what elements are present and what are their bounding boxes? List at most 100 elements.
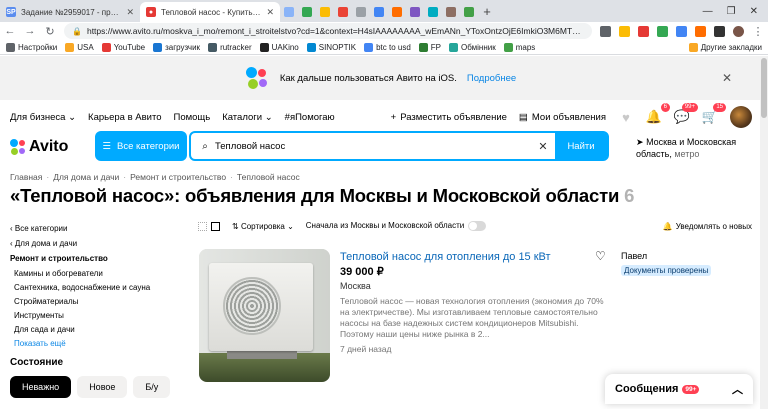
subcategory-link[interactable]: Сантехника, водоснабжение и сауна bbox=[10, 283, 180, 292]
nav-business-link[interactable]: Для бизнеса ⌄ bbox=[10, 112, 76, 123]
browser-tab-pinned[interactable] bbox=[334, 2, 352, 22]
bookmark[interactable]: USA bbox=[65, 42, 94, 52]
grid-view-icon[interactable] bbox=[198, 221, 207, 231]
cart-icon[interactable]: 🛒 15 bbox=[702, 103, 726, 124]
browser-tab-bar: SP Задание №2959017 - просмотр ✕ ● Тепло… bbox=[0, 0, 768, 22]
show-more-link[interactable]: Показать ещё bbox=[10, 339, 180, 348]
star-icon[interactable] bbox=[619, 25, 630, 37]
maximize-icon[interactable]: ❐ bbox=[727, 6, 736, 17]
nav-catalogs-link[interactable]: Каталоги ⌄ bbox=[222, 112, 272, 123]
favorite-heart-icon[interactable]: ♡ bbox=[595, 249, 606, 263]
bookmark[interactable]: загрузчик bbox=[153, 42, 200, 52]
breadcrumb-link[interactable]: Главная bbox=[10, 172, 42, 182]
browser-tab-active[interactable]: ● Тепловой насос - Купить товары ✕ bbox=[140, 2, 280, 22]
extension-icon[interactable] bbox=[695, 25, 706, 37]
browser-tab-pinned[interactable] bbox=[460, 2, 478, 22]
browser-tab-pinned[interactable] bbox=[280, 2, 298, 22]
bookmark[interactable]: UAKino bbox=[259, 42, 299, 52]
nav-help-tag-link[interactable]: #яПомогаю bbox=[285, 112, 335, 123]
bookmark[interactable]: btc to usd bbox=[364, 42, 411, 52]
avito-logo[interactable]: Avito bbox=[10, 137, 68, 157]
back-all-categories-link[interactable]: ‹ Все категории bbox=[10, 224, 180, 233]
fp-icon bbox=[418, 42, 428, 52]
browser-tab-pinned[interactable] bbox=[316, 2, 334, 22]
seller-name-link[interactable]: Павел bbox=[621, 251, 647, 261]
all-categories-button[interactable]: ☰ Все категории bbox=[95, 131, 187, 161]
extension-icon[interactable] bbox=[676, 25, 687, 37]
messages-icon[interactable]: 💬 99+ bbox=[674, 103, 698, 124]
page-scrollbar[interactable] bbox=[760, 56, 768, 409]
search-input[interactable] bbox=[215, 140, 531, 152]
condition-used-chip[interactable]: Б/у bbox=[133, 376, 171, 398]
close-icon[interactable]: ✕ bbox=[722, 71, 732, 85]
scrollbar-thumb[interactable] bbox=[761, 58, 767, 118]
close-tab-icon[interactable]: ✕ bbox=[126, 7, 134, 18]
close-tab-icon[interactable]: ✕ bbox=[266, 7, 274, 18]
banner-more-link[interactable]: Подробнее bbox=[467, 73, 516, 84]
extension-icon[interactable] bbox=[600, 25, 611, 37]
url-field[interactable]: 🔒 https://www.avito.ru/moskva_i_mo/remon… bbox=[64, 23, 592, 39]
browser-tab-pinned[interactable] bbox=[406, 2, 424, 22]
uakino-icon bbox=[259, 42, 269, 52]
subcategory-link[interactable]: Для сада и дачи bbox=[10, 325, 180, 334]
bookmark[interactable]: SINOPTIK bbox=[306, 42, 356, 52]
bookmark[interactable]: maps bbox=[503, 42, 535, 52]
bookmark[interactable]: rutracker bbox=[208, 42, 252, 52]
avatar[interactable] bbox=[730, 106, 752, 128]
extension-icon[interactable] bbox=[638, 25, 649, 37]
clear-search-icon[interactable]: ✕ bbox=[531, 140, 555, 153]
bookmark[interactable]: Настройки bbox=[6, 42, 57, 52]
browser-tab-pinned[interactable] bbox=[442, 2, 460, 22]
toggle-switch[interactable] bbox=[468, 221, 487, 231]
breadcrumb-link[interactable]: Для дома и дачи bbox=[53, 172, 119, 182]
subcategory-link[interactable]: Стройматериалы bbox=[10, 297, 180, 306]
listing-photo[interactable] bbox=[199, 249, 330, 382]
subcategory-link[interactable]: Инструменты bbox=[10, 311, 180, 320]
bookmark[interactable]: YouTube bbox=[101, 42, 145, 52]
my-ads-button[interactable]: ▤ Мои объявления bbox=[519, 112, 606, 123]
messenger-widget[interactable]: Сообщения 99+ ︿ bbox=[605, 374, 753, 404]
browser-tab-pinned[interactable] bbox=[388, 2, 406, 22]
banner-text: Как дальше пользоваться Авито на iOS. bbox=[279, 72, 457, 84]
forward-icon[interactable]: → bbox=[24, 25, 36, 37]
condition-any-chip[interactable]: Неважно bbox=[10, 376, 72, 398]
extension-icon[interactable] bbox=[714, 25, 725, 37]
browser-tab[interactable]: SP Задание №2959017 - просмотр ✕ bbox=[0, 2, 140, 22]
minimize-icon[interactable]: — bbox=[703, 6, 713, 17]
moscow-first-toggle[interactable]: Сначала из Москвы и Московской области bbox=[306, 221, 487, 231]
breadcrumb-link[interactable]: Ремонт и строительство bbox=[130, 172, 226, 182]
tab-title: Задание №2959017 - просмотр bbox=[21, 7, 121, 17]
close-window-icon[interactable]: ✕ bbox=[750, 6, 758, 17]
extension-icon[interactable] bbox=[657, 25, 668, 37]
favorites-heart-icon[interactable]: ♥ bbox=[618, 110, 634, 125]
region-selector[interactable]: ➤ Москва и Московская область, метро bbox=[636, 136, 752, 160]
subcategory-link[interactable]: Камины и обогреватели bbox=[10, 269, 180, 278]
back-icon[interactable]: ← bbox=[4, 25, 16, 37]
notify-new-button[interactable]: 🔔 Уведомлять о новых bbox=[663, 222, 752, 231]
profile-icon[interactable] bbox=[733, 25, 744, 37]
notifications-bell-icon[interactable]: 🔔 6 bbox=[646, 103, 670, 124]
breadcrumb-link[interactable]: Тепловой насос bbox=[237, 172, 300, 182]
sort-dropdown[interactable]: ⇅ Сортировка ⌄ bbox=[232, 222, 294, 231]
find-button[interactable]: Найти bbox=[555, 133, 607, 159]
browser-tab-pinned[interactable] bbox=[298, 2, 316, 22]
chevron-up-icon[interactable]: ︿ bbox=[732, 381, 743, 397]
nav-career-link[interactable]: Карьера в Авито bbox=[88, 112, 161, 123]
bookmark[interactable]: Обмінник bbox=[449, 42, 496, 52]
browser-tab-pinned[interactable] bbox=[370, 2, 388, 22]
back-home-garden-link[interactable]: ‹ Для дома и дачи bbox=[10, 239, 180, 248]
condition-new-chip[interactable]: Новое bbox=[77, 376, 128, 398]
messenger-title: Сообщения bbox=[615, 383, 679, 395]
browser-tab-pinned[interactable] bbox=[352, 2, 370, 22]
listing-title-link[interactable]: Тепловой насос для отопления до 15 кВт bbox=[340, 251, 551, 263]
list-view-icon[interactable] bbox=[211, 221, 220, 231]
nav-help-link[interactable]: Помощь bbox=[174, 112, 211, 123]
menu-icon[interactable]: ⋮ bbox=[752, 25, 764, 38]
location-arrow-icon: ➤ bbox=[636, 137, 644, 147]
browser-tab-pinned[interactable] bbox=[424, 2, 442, 22]
bookmark[interactable]: FP bbox=[418, 42, 441, 52]
other-bookmarks[interactable]: Другие закладки bbox=[688, 42, 762, 52]
reload-icon[interactable]: ↻ bbox=[44, 25, 56, 38]
new-tab-button[interactable]: + bbox=[478, 2, 496, 22]
post-ad-button[interactable]: + Разместить объявление bbox=[391, 112, 507, 123]
